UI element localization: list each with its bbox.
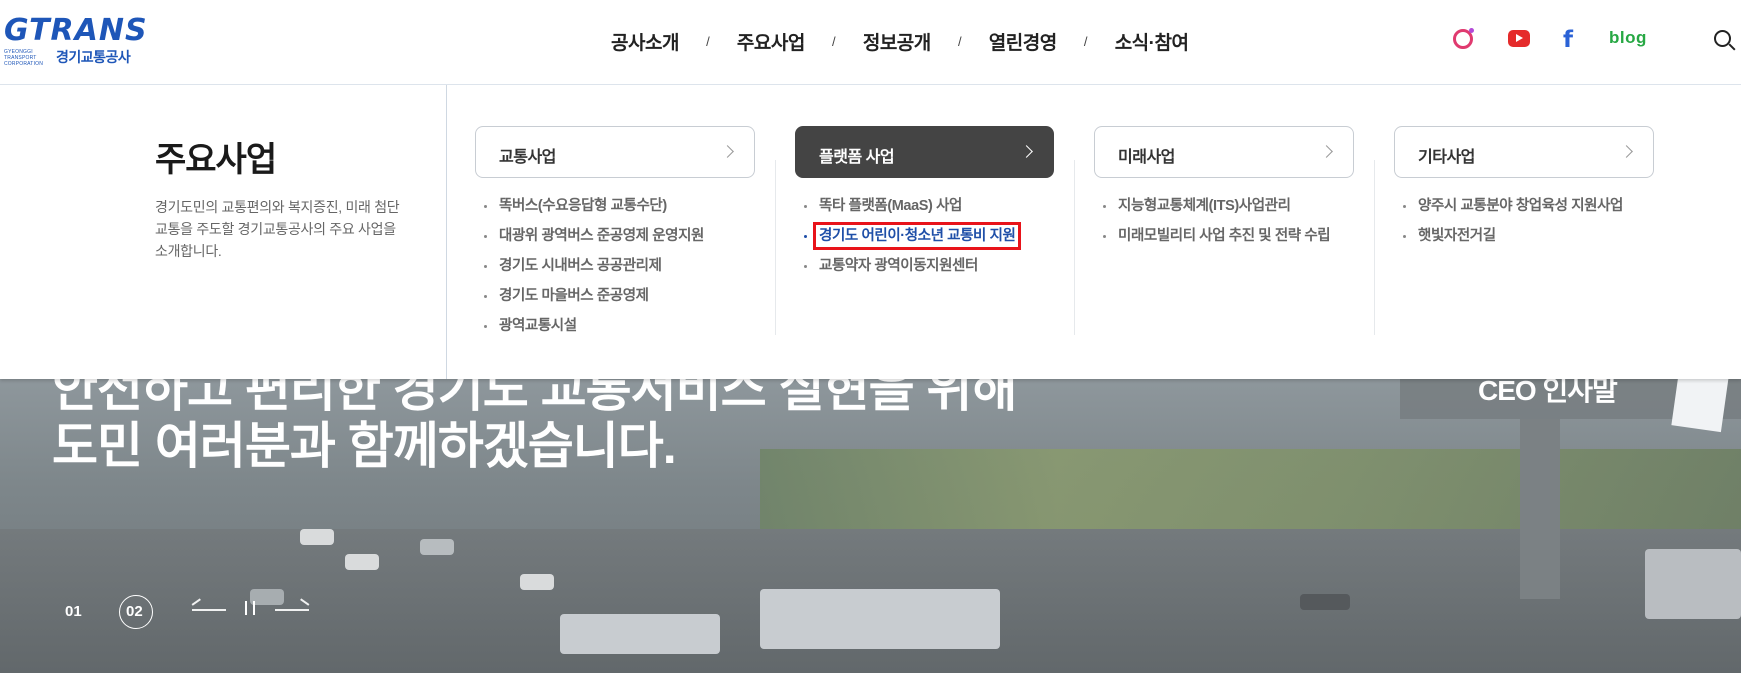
youtube-icon[interactable] bbox=[1508, 30, 1530, 47]
car-image bbox=[1300, 594, 1350, 610]
mega-menu-description: 경기도민의 교통편의와 복지증진, 미래 첨단교통을 주도할 경기교통공사의 주… bbox=[155, 199, 400, 259]
menu-list: 지능형교통체계(ITS)사업관리 미래모빌리티 사업 추진 및 전략 수립 bbox=[1094, 196, 1354, 256]
hero-headline-line1: 안전하고 편리한 경기도 교통서비스 실현을 위해 bbox=[52, 379, 1017, 417]
menu-list: 양주시 교통분야 창업육성 지원사업 햇빛자전거길 bbox=[1394, 196, 1654, 256]
menu-link[interactable]: 지능형교통체계(ITS)사업관리 bbox=[1103, 196, 1354, 226]
menu-link[interactable]: 양주시 교통분야 창업육성 지원사업 bbox=[1403, 196, 1654, 226]
chevron-right-icon bbox=[1320, 145, 1333, 158]
menu-button-future[interactable]: 미래사업 bbox=[1094, 126, 1354, 178]
hero-pillar bbox=[1520, 419, 1560, 599]
arrow-right-icon[interactable] bbox=[275, 609, 309, 611]
hero-headline-line2: 도민 여러분과 함께하겠습니다. bbox=[52, 418, 677, 474]
hero-trees bbox=[760, 449, 1741, 539]
nav-item-business[interactable]: 주요사업 bbox=[737, 28, 805, 55]
logo-korean-text: 경기교통공사 bbox=[56, 49, 131, 65]
chevron-right-icon bbox=[1620, 145, 1633, 158]
facebook-icon[interactable]: f bbox=[1563, 27, 1573, 53]
hero-banner: CEO 인사말 안전하고 편리한 경기도 교통서비스 실현을 위해 도민 여러분… bbox=[0, 379, 1741, 673]
pager-slide-02[interactable]: 02 bbox=[126, 603, 143, 620]
menu-button-label: 플랫폼 사업 bbox=[819, 149, 895, 166]
menu-button-label: 기타사업 bbox=[1418, 149, 1475, 166]
menu-link-highlighted[interactable]: 경기도 어린이·청소년 교통비 지원 bbox=[804, 222, 1054, 256]
menu-link[interactable]: 경기도 마을버스 준공영제 bbox=[484, 286, 755, 316]
mega-menu-title: 주요사업 bbox=[155, 141, 277, 179]
menu-column-transport: 교통사업 똑버스(수요응답형 교통수단) 대광위 광역버스 준공영제 운영지원 … bbox=[475, 126, 755, 346]
menu-link[interactable]: 광역교통시설 bbox=[484, 316, 755, 346]
arrow-left-icon[interactable] bbox=[192, 609, 226, 611]
menu-button-transport[interactable]: 교통사업 bbox=[475, 126, 755, 178]
menu-link[interactable]: 경기도 시내버스 공공관리제 bbox=[484, 256, 755, 286]
nav-item-management[interactable]: 열린경영 bbox=[989, 28, 1057, 55]
nav-separator: / bbox=[832, 33, 836, 49]
menu-link[interactable]: 대광위 광역버스 준공영제 운영지원 bbox=[484, 226, 755, 256]
car-image bbox=[420, 539, 454, 555]
mega-menu-divider bbox=[446, 85, 447, 379]
menu-link[interactable]: 똑버스(수요응답형 교통수단) bbox=[484, 196, 755, 226]
bus-image bbox=[760, 589, 1000, 649]
nav-item-about[interactable]: 공사소개 bbox=[611, 28, 679, 55]
logo[interactable]: GTRANS GYEONGGI TRANSPORT CORPORATION 경기… bbox=[4, 14, 147, 68]
car-image bbox=[345, 554, 379, 570]
instagram-icon[interactable] bbox=[1453, 28, 1474, 49]
menu-column-platform: 플랫폼 사업 똑타 플랫폼(MaaS) 사업 경기도 어린이·청소년 교통비 지… bbox=[795, 126, 1054, 286]
column-divider bbox=[775, 160, 776, 335]
menu-link[interactable]: 햇빛자전거길 bbox=[1403, 226, 1654, 256]
bus-image bbox=[560, 614, 720, 654]
column-divider bbox=[1374, 160, 1375, 335]
nav-separator: / bbox=[1083, 33, 1088, 49]
search-icon-handle bbox=[1728, 43, 1736, 51]
menu-link[interactable]: 교통약자 광역이동지원센터 bbox=[804, 256, 1054, 286]
menu-list: 똑타 플랫폼(MaaS) 사업 경기도 어린이·청소년 교통비 지원 교통약자 … bbox=[795, 196, 1054, 286]
main-nav: 공사소개 / 주요사업 / 정보공개 / 열린경영 / 소식·참여 bbox=[611, 27, 1189, 55]
search-icon[interactable] bbox=[1714, 30, 1736, 51]
column-divider bbox=[1074, 160, 1075, 335]
menu-button-other[interactable]: 기타사업 bbox=[1394, 126, 1654, 178]
logo-mark: GTRANS bbox=[4, 13, 148, 48]
menu-button-label: 미래사업 bbox=[1118, 149, 1175, 166]
ceo-greeting-link[interactable]: CEO 인사말 bbox=[1478, 379, 1618, 409]
menu-button-platform[interactable]: 플랫폼 사업 bbox=[795, 126, 1054, 178]
menu-column-other: 기타사업 양주시 교통분야 창업육성 지원사업 햇빛자전거길 bbox=[1394, 126, 1654, 256]
menu-list: 똑버스(수요응답형 교통수단) 대광위 광역버스 준공영제 운영지원 경기도 시… bbox=[475, 196, 755, 346]
nav-separator: / bbox=[957, 33, 962, 49]
menu-link[interactable]: 똑타 플랫폼(MaaS) 사업 bbox=[804, 196, 1054, 226]
nav-item-news[interactable]: 소식·참여 bbox=[1115, 28, 1189, 55]
car-image bbox=[250, 589, 284, 605]
bus-image bbox=[1645, 549, 1741, 619]
car-image bbox=[300, 529, 334, 545]
flag-image bbox=[1671, 379, 1731, 433]
blog-link[interactable]: blog bbox=[1609, 28, 1647, 48]
chevron-right-icon bbox=[721, 145, 734, 158]
menu-button-label: 교통사업 bbox=[499, 149, 556, 166]
menu-link[interactable]: 미래모빌리티 사업 추진 및 전략 수립 bbox=[1103, 226, 1354, 256]
pager-slide-01[interactable]: 01 bbox=[65, 603, 82, 620]
menu-column-future: 미래사업 지능형교통체계(ITS)사업관리 미래모빌리티 사업 추진 및 전략 … bbox=[1094, 126, 1354, 256]
nav-separator: / bbox=[706, 33, 710, 49]
logo-english-text: GYEONGGI TRANSPORT CORPORATION bbox=[4, 49, 44, 67]
car-image bbox=[520, 574, 554, 590]
site-header: GTRANS GYEONGGI TRANSPORT CORPORATION 경기… bbox=[0, 0, 1741, 85]
chevron-right-icon bbox=[1020, 145, 1033, 158]
pause-icon[interactable] bbox=[245, 601, 255, 615]
mega-menu: 주요사업 경기도민의 교통편의와 복지증진, 미래 첨단교통을 주도할 경기교통… bbox=[0, 85, 1741, 379]
nav-item-disclosure[interactable]: 정보공개 bbox=[863, 28, 931, 55]
